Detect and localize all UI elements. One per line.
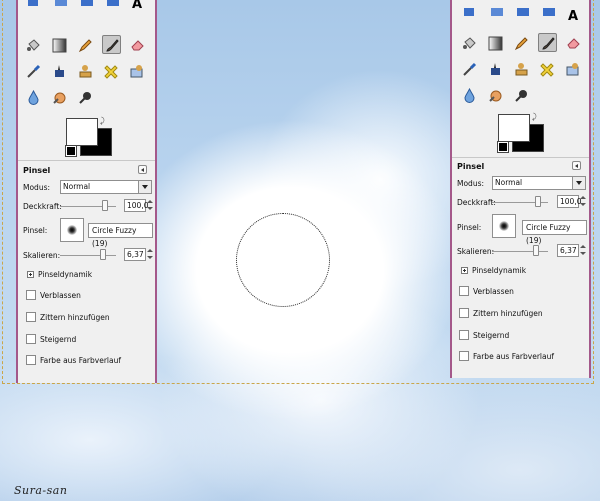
bucket-fill-icon[interactable] xyxy=(24,36,43,55)
tool-options-title: Pinsel xyxy=(23,166,51,175)
pinsel-label: Pinsel: xyxy=(23,226,48,235)
pinsel-label: Pinsel: xyxy=(457,223,482,232)
tool-options-title: Pinsel xyxy=(457,162,485,171)
fg-bg-color-selector[interactable]: ⤸ xyxy=(65,116,112,157)
airbrush-icon[interactable] xyxy=(460,60,479,79)
ink-icon[interactable] xyxy=(50,62,69,81)
fade-checkbox[interactable] xyxy=(26,290,36,300)
paintbrush-icon[interactable] xyxy=(102,35,121,54)
eraser-icon[interactable] xyxy=(564,34,583,53)
dodge-burn-icon[interactable] xyxy=(512,86,531,105)
smudge-icon[interactable] xyxy=(486,86,505,105)
eraser-icon[interactable] xyxy=(128,36,147,55)
brush-outline-cursor xyxy=(236,213,330,307)
panel-menu-icon[interactable] xyxy=(138,165,147,174)
paintbrush-icon[interactable] xyxy=(538,33,557,52)
foreground-color-swatch[interactable] xyxy=(66,118,98,146)
smudge-icon[interactable] xyxy=(50,88,69,107)
opacity-input[interactable]: 100,0 xyxy=(124,199,148,212)
clone-icon[interactable] xyxy=(512,60,531,79)
svg-text:A: A xyxy=(568,9,578,24)
chevron-down-icon[interactable] xyxy=(138,181,151,193)
brush-preview-button[interactable] xyxy=(492,214,516,238)
gradient-color-checkbox[interactable] xyxy=(26,355,36,365)
deckkraft-label: Deckkraft: xyxy=(457,198,496,207)
modus-label: Modus: xyxy=(23,183,51,192)
swap-colors-icon[interactable]: ⤸ xyxy=(100,116,105,126)
scale-slider-thumb[interactable] xyxy=(100,249,106,260)
scale-spinner[interactable] xyxy=(579,244,587,257)
mode-select[interactable]: Normal xyxy=(492,176,586,190)
brush-name-field: Circle Fuzzy (19) xyxy=(522,220,587,245)
reset-colors-icon[interactable] xyxy=(65,145,77,157)
scale-slider-track[interactable] xyxy=(492,251,548,252)
gradient-color-label: Farbe aus Farbverlauf xyxy=(40,356,121,365)
fade-label: Verblassen xyxy=(40,291,81,300)
scale-input[interactable]: 6,37 xyxy=(557,244,579,257)
brush-dynamics-expander[interactable]: Pinseldynamik xyxy=(472,266,526,275)
expand-icon[interactable] xyxy=(461,267,468,274)
heal-icon[interactable] xyxy=(538,60,557,79)
jitter-label: Zittern hinzufügen xyxy=(40,313,110,322)
toolbox-partial-row: A xyxy=(456,0,586,24)
swap-colors-icon[interactable]: ⤸ xyxy=(532,112,537,122)
ink-icon[interactable] xyxy=(486,60,505,79)
fade-label: Verblassen xyxy=(473,287,514,296)
scale-slider-track[interactable] xyxy=(60,255,116,256)
opacity-spinner[interactable] xyxy=(146,199,154,212)
tool-options-panel-right: A ⤸ Pinsel Modus: Normal Deckkraft: 100,… xyxy=(450,0,591,378)
pencil-icon[interactable] xyxy=(76,36,95,55)
gradient-color-label: Farbe aus Farbverlauf xyxy=(473,352,554,361)
clone-icon[interactable] xyxy=(76,62,95,81)
blur-icon[interactable] xyxy=(24,88,43,107)
jitter-checkbox[interactable] xyxy=(26,312,36,322)
opacity-spinner[interactable] xyxy=(579,195,587,208)
svg-text:A: A xyxy=(132,0,142,10)
brush-dynamics-expander[interactable]: Pinseldynamik xyxy=(38,270,92,279)
incremental-label: Steigernd xyxy=(473,331,510,340)
perspective-clone-icon[interactable] xyxy=(128,62,147,81)
pencil-icon[interactable] xyxy=(512,34,531,53)
skalieren-label: Skalieren: xyxy=(23,251,61,260)
airbrush-icon[interactable] xyxy=(24,62,43,81)
signature-watermark: Sura-san xyxy=(14,484,68,497)
scale-spinner[interactable] xyxy=(146,248,154,261)
blur-icon[interactable] xyxy=(460,86,479,105)
blend-icon[interactable] xyxy=(486,34,505,53)
jitter-checkbox[interactable] xyxy=(459,308,469,318)
incremental-checkbox[interactable] xyxy=(26,334,36,344)
gradient-color-checkbox[interactable] xyxy=(459,351,469,361)
opacity-slider-thumb[interactable] xyxy=(535,196,541,207)
panel-menu-icon[interactable] xyxy=(572,161,581,170)
tool-options-panel-left: A ⤸ Pinsel Modus: Normal Deckkraft: 100,… xyxy=(16,0,157,383)
fade-checkbox[interactable] xyxy=(459,286,469,296)
blend-icon[interactable] xyxy=(50,36,69,55)
scale-input[interactable]: 6,37 xyxy=(124,248,146,261)
incremental-checkbox[interactable] xyxy=(459,330,469,340)
toolbox-partial-row: A xyxy=(22,0,152,11)
dodge-burn-icon[interactable] xyxy=(76,88,95,107)
reset-colors-icon[interactable] xyxy=(497,141,509,153)
skalieren-label: Skalieren: xyxy=(457,247,495,256)
opacity-slider-thumb[interactable] xyxy=(102,200,108,211)
bucket-fill-icon[interactable] xyxy=(460,34,479,53)
deckkraft-label: Deckkraft: xyxy=(23,202,62,211)
perspective-clone-icon[interactable] xyxy=(564,60,583,79)
scale-slider-thumb[interactable] xyxy=(533,245,539,256)
jitter-label: Zittern hinzufügen xyxy=(473,309,543,318)
modus-label: Modus: xyxy=(457,179,485,188)
opacity-input[interactable]: 100,0 xyxy=(557,195,581,208)
foreground-color-swatch[interactable] xyxy=(498,114,530,142)
brush-preview-button[interactable] xyxy=(60,218,84,242)
brush-name-field: Circle Fuzzy (19) xyxy=(88,223,153,248)
expand-icon[interactable] xyxy=(27,271,34,278)
mode-select[interactable]: Normal xyxy=(60,180,152,194)
fg-bg-color-selector[interactable]: ⤸ xyxy=(497,112,544,153)
incremental-label: Steigernd xyxy=(40,335,77,344)
chevron-down-icon[interactable] xyxy=(572,177,585,189)
heal-icon[interactable] xyxy=(102,62,121,81)
